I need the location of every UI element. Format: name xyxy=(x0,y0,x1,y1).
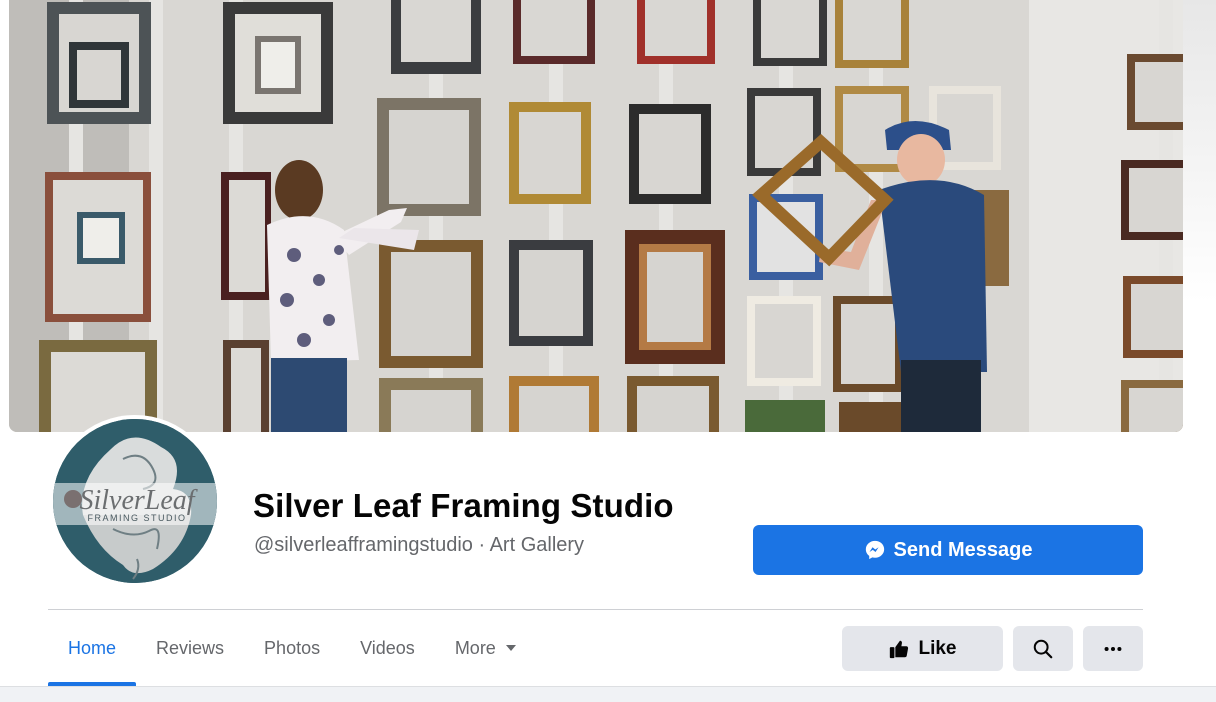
search-button[interactable] xyxy=(1013,626,1073,671)
page-title: Silver Leaf Framing Studio xyxy=(253,487,674,524)
tab-photos[interactable]: Photos xyxy=(244,610,340,686)
like-button[interactable]: Like xyxy=(842,626,1003,671)
cover-edge xyxy=(1183,0,1216,432)
page-tabs: Home Reviews Photos Videos More xyxy=(48,610,536,686)
silver-leaf-logo: SilverLeaf FRAMING STUDIO xyxy=(53,419,217,583)
logo-subtitle: FRAMING STUDIO xyxy=(88,513,187,523)
tab-more-label: More xyxy=(454,637,496,658)
subtitle-separator: · xyxy=(472,534,490,556)
cover-photo-illustration xyxy=(9,0,1183,432)
content-area-edge xyxy=(0,686,1216,702)
more-options-button[interactable] xyxy=(1083,626,1143,671)
caret-down-icon xyxy=(505,645,516,651)
page-category[interactable]: Art Gallery xyxy=(490,534,584,556)
cover-photo[interactable] xyxy=(9,0,1183,432)
tab-more[interactable]: More xyxy=(435,610,536,686)
page-subtitle: @silverleafframingstudio · Art Gallery xyxy=(254,534,584,557)
like-label: Like xyxy=(918,637,957,659)
tab-videos[interactable]: Videos xyxy=(340,610,435,686)
page-handle: @silverleafframingstudio xyxy=(254,534,473,556)
send-message-label: Send Message xyxy=(893,538,1033,561)
send-message-button[interactable]: Send Message xyxy=(753,525,1143,575)
search-icon xyxy=(1033,639,1053,658)
messenger-icon xyxy=(865,540,884,560)
profile-picture[interactable]: SilverLeaf FRAMING STUDIO xyxy=(49,415,221,587)
tab-home[interactable]: Home xyxy=(48,610,137,686)
logo: SilverLeaf FRAMING STUDIO xyxy=(53,419,217,583)
ellipsis-icon xyxy=(1104,646,1122,651)
facebook-page: SilverLeaf FRAMING STUDIO Silver Leaf Fr… xyxy=(0,0,1216,702)
thumbs-up-icon xyxy=(890,640,909,658)
tab-reviews[interactable]: Reviews xyxy=(136,610,244,686)
logo-title: SilverLeaf xyxy=(79,485,197,516)
